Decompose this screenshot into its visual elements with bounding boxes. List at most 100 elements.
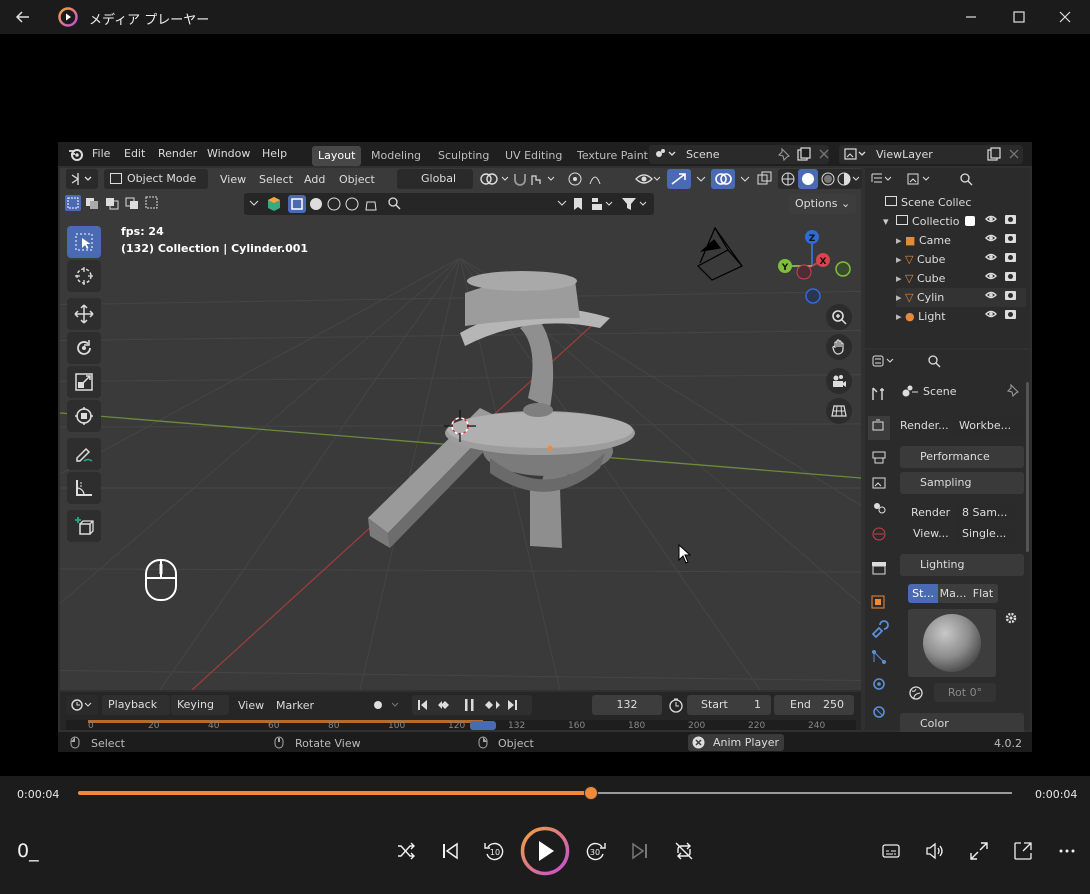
zoom-icon[interactable] bbox=[826, 304, 852, 330]
timeline-editor-type[interactable] bbox=[66, 695, 98, 715]
tab-layout[interactable]: Layout bbox=[312, 146, 362, 166]
gizmo-dropdown-icon[interactable] bbox=[695, 170, 707, 188]
start-frame-field[interactable]: Start 1 bbox=[687, 695, 771, 715]
pivot-icon[interactable] bbox=[478, 170, 512, 188]
record-icon[interactable] bbox=[370, 697, 406, 713]
world-icon[interactable] bbox=[908, 685, 924, 701]
outliner-header-icons[interactable] bbox=[870, 170, 1020, 188]
render-engine-select[interactable]: Workbe... bbox=[953, 416, 1023, 435]
play-button[interactable] bbox=[519, 825, 571, 877]
lighting-flat-tab[interactable]: Flat bbox=[968, 584, 998, 603]
properties-pin-icon[interactable] bbox=[1006, 383, 1020, 397]
properties-tabs[interactable] bbox=[868, 382, 890, 722]
tab-texture-paint[interactable]: Texture Paint bbox=[571, 146, 654, 166]
mode-selector[interactable]: Object Mode bbox=[104, 169, 208, 189]
tool-cursor[interactable] bbox=[67, 260, 101, 292]
pan-hand-icon[interactable] bbox=[826, 334, 852, 360]
viewport-samples-select[interactable]: Single... bbox=[956, 524, 1016, 543]
snap-icon[interactable] bbox=[512, 170, 556, 188]
forward-30-icon[interactable]: 30 bbox=[585, 840, 607, 862]
subtitles-icon[interactable] bbox=[881, 842, 901, 860]
back-icon[interactable] bbox=[14, 8, 32, 26]
tool-transform[interactable] bbox=[67, 400, 101, 432]
tab-uv-editing[interactable]: UV Editing bbox=[499, 146, 568, 166]
keying-menu[interactable]: Keying ⌄ bbox=[171, 695, 229, 731]
xray-icon[interactable] bbox=[756, 170, 774, 188]
new-view-layer-icon[interactable] bbox=[987, 147, 1001, 161]
proportional-edit-icon[interactable] bbox=[566, 170, 616, 188]
tool-select-box[interactable] bbox=[67, 226, 101, 258]
close-icon[interactable] bbox=[1058, 10, 1072, 24]
playback-controls[interactable] bbox=[412, 695, 532, 715]
menu-file[interactable]: File bbox=[92, 147, 110, 160]
render-samples-select[interactable]: 8 Sam... bbox=[956, 503, 1016, 522]
fullscreen-icon[interactable] bbox=[969, 841, 989, 861]
lighting-matcap-tab[interactable]: Ma... bbox=[938, 584, 968, 603]
options-button[interactable]: Options ⌄ bbox=[789, 194, 857, 214]
menu-object[interactable]: Object bbox=[339, 173, 375, 186]
panel-lighting[interactable]: Lighting bbox=[900, 554, 1024, 576]
previous-icon[interactable] bbox=[440, 841, 460, 861]
visibility-icon[interactable] bbox=[634, 170, 662, 188]
blender-logo-icon[interactable] bbox=[68, 147, 84, 161]
more-options-icon[interactable] bbox=[1057, 841, 1077, 861]
filter-icons[interactable] bbox=[568, 196, 654, 212]
menu-select[interactable]: Select bbox=[259, 173, 293, 186]
repeat-off-icon[interactable] bbox=[674, 841, 694, 861]
overlays-toggle-icon[interactable] bbox=[711, 169, 735, 189]
maximize-icon[interactable] bbox=[1012, 10, 1026, 24]
properties-scrollbar[interactable] bbox=[1026, 382, 1029, 552]
timeline-marker-menu[interactable]: Marker bbox=[276, 699, 314, 712]
delete-scene-icon[interactable] bbox=[818, 148, 830, 160]
tool-measure[interactable] bbox=[67, 472, 101, 504]
overlays-dropdown-icon[interactable] bbox=[739, 170, 751, 188]
anim-player-button[interactable]: Anim Player bbox=[688, 734, 784, 751]
properties-header-icons[interactable] bbox=[871, 352, 1021, 370]
ortho-grid-icon[interactable] bbox=[826, 398, 852, 424]
menu-edit[interactable]: Edit bbox=[124, 147, 145, 160]
minimize-icon[interactable] bbox=[964, 10, 978, 24]
gizmo-toggle-icon[interactable] bbox=[667, 169, 691, 189]
timeline-view-menu[interactable]: View bbox=[238, 699, 264, 712]
menu-help[interactable]: Help bbox=[262, 147, 287, 160]
menu-render[interactable]: Render bbox=[158, 147, 197, 160]
rewind-10-icon[interactable]: 10 bbox=[483, 840, 505, 862]
camera-view-icon[interactable] bbox=[826, 368, 852, 394]
tool-annotate[interactable] bbox=[67, 438, 101, 470]
navigation-gizmo[interactable]: Z X Y bbox=[772, 228, 852, 304]
menu-window[interactable]: Window bbox=[207, 147, 250, 160]
tool-add-cube[interactable] bbox=[67, 510, 101, 542]
outliner-visibility-column[interactable] bbox=[984, 214, 1024, 328]
tab-modeling[interactable]: Modeling bbox=[365, 146, 427, 166]
shuffle-icon[interactable] bbox=[396, 841, 416, 861]
selection-mode-icons[interactable] bbox=[64, 194, 160, 212]
checkbox-icon[interactable] bbox=[965, 216, 975, 226]
rotation-field[interactable]: Rot 0° bbox=[934, 683, 996, 702]
editor-type-selector[interactable] bbox=[66, 169, 98, 189]
tool-rotate[interactable] bbox=[67, 332, 101, 364]
delete-view-layer-icon[interactable] bbox=[1008, 148, 1020, 160]
volume-icon[interactable] bbox=[924, 841, 944, 861]
panel-performance[interactable]: Performance bbox=[900, 446, 1024, 468]
new-scene-icon[interactable] bbox=[797, 147, 811, 161]
panel-sampling[interactable]: Sampling bbox=[900, 472, 1024, 494]
gear-icon[interactable] bbox=[1004, 611, 1018, 625]
end-frame-field[interactable]: End 250 bbox=[774, 695, 854, 715]
timer-icon[interactable] bbox=[668, 697, 684, 713]
tool-scale[interactable] bbox=[67, 366, 101, 398]
menu-add[interactable]: Add bbox=[304, 173, 325, 186]
studio-light-preview[interactable] bbox=[908, 609, 996, 677]
outliner-scene-collection[interactable]: Scene Collec bbox=[885, 193, 971, 212]
seek-thumb[interactable] bbox=[583, 786, 598, 800]
next-icon[interactable] bbox=[630, 841, 650, 861]
timeline-ruler[interactable]: 0 20 40 60 80 100 120 132 160 180 200 220 240 bbox=[66, 720, 856, 730]
menu-view[interactable]: View bbox=[220, 173, 246, 186]
playback-menu[interactable]: Playback ⌄ bbox=[102, 695, 170, 731]
seek-bar[interactable] bbox=[78, 786, 1012, 800]
tab-sculpting[interactable]: Sculpting bbox=[432, 146, 495, 166]
3d-viewport[interactable]: fps: 24 (132) Collection | Cylinder.001 … bbox=[60, 168, 861, 690]
lighting-studio-tab[interactable]: St... bbox=[908, 584, 938, 603]
pin-icon[interactable] bbox=[777, 147, 791, 161]
playhead[interactable] bbox=[470, 721, 497, 730]
mini-player-icon[interactable] bbox=[1013, 841, 1033, 861]
